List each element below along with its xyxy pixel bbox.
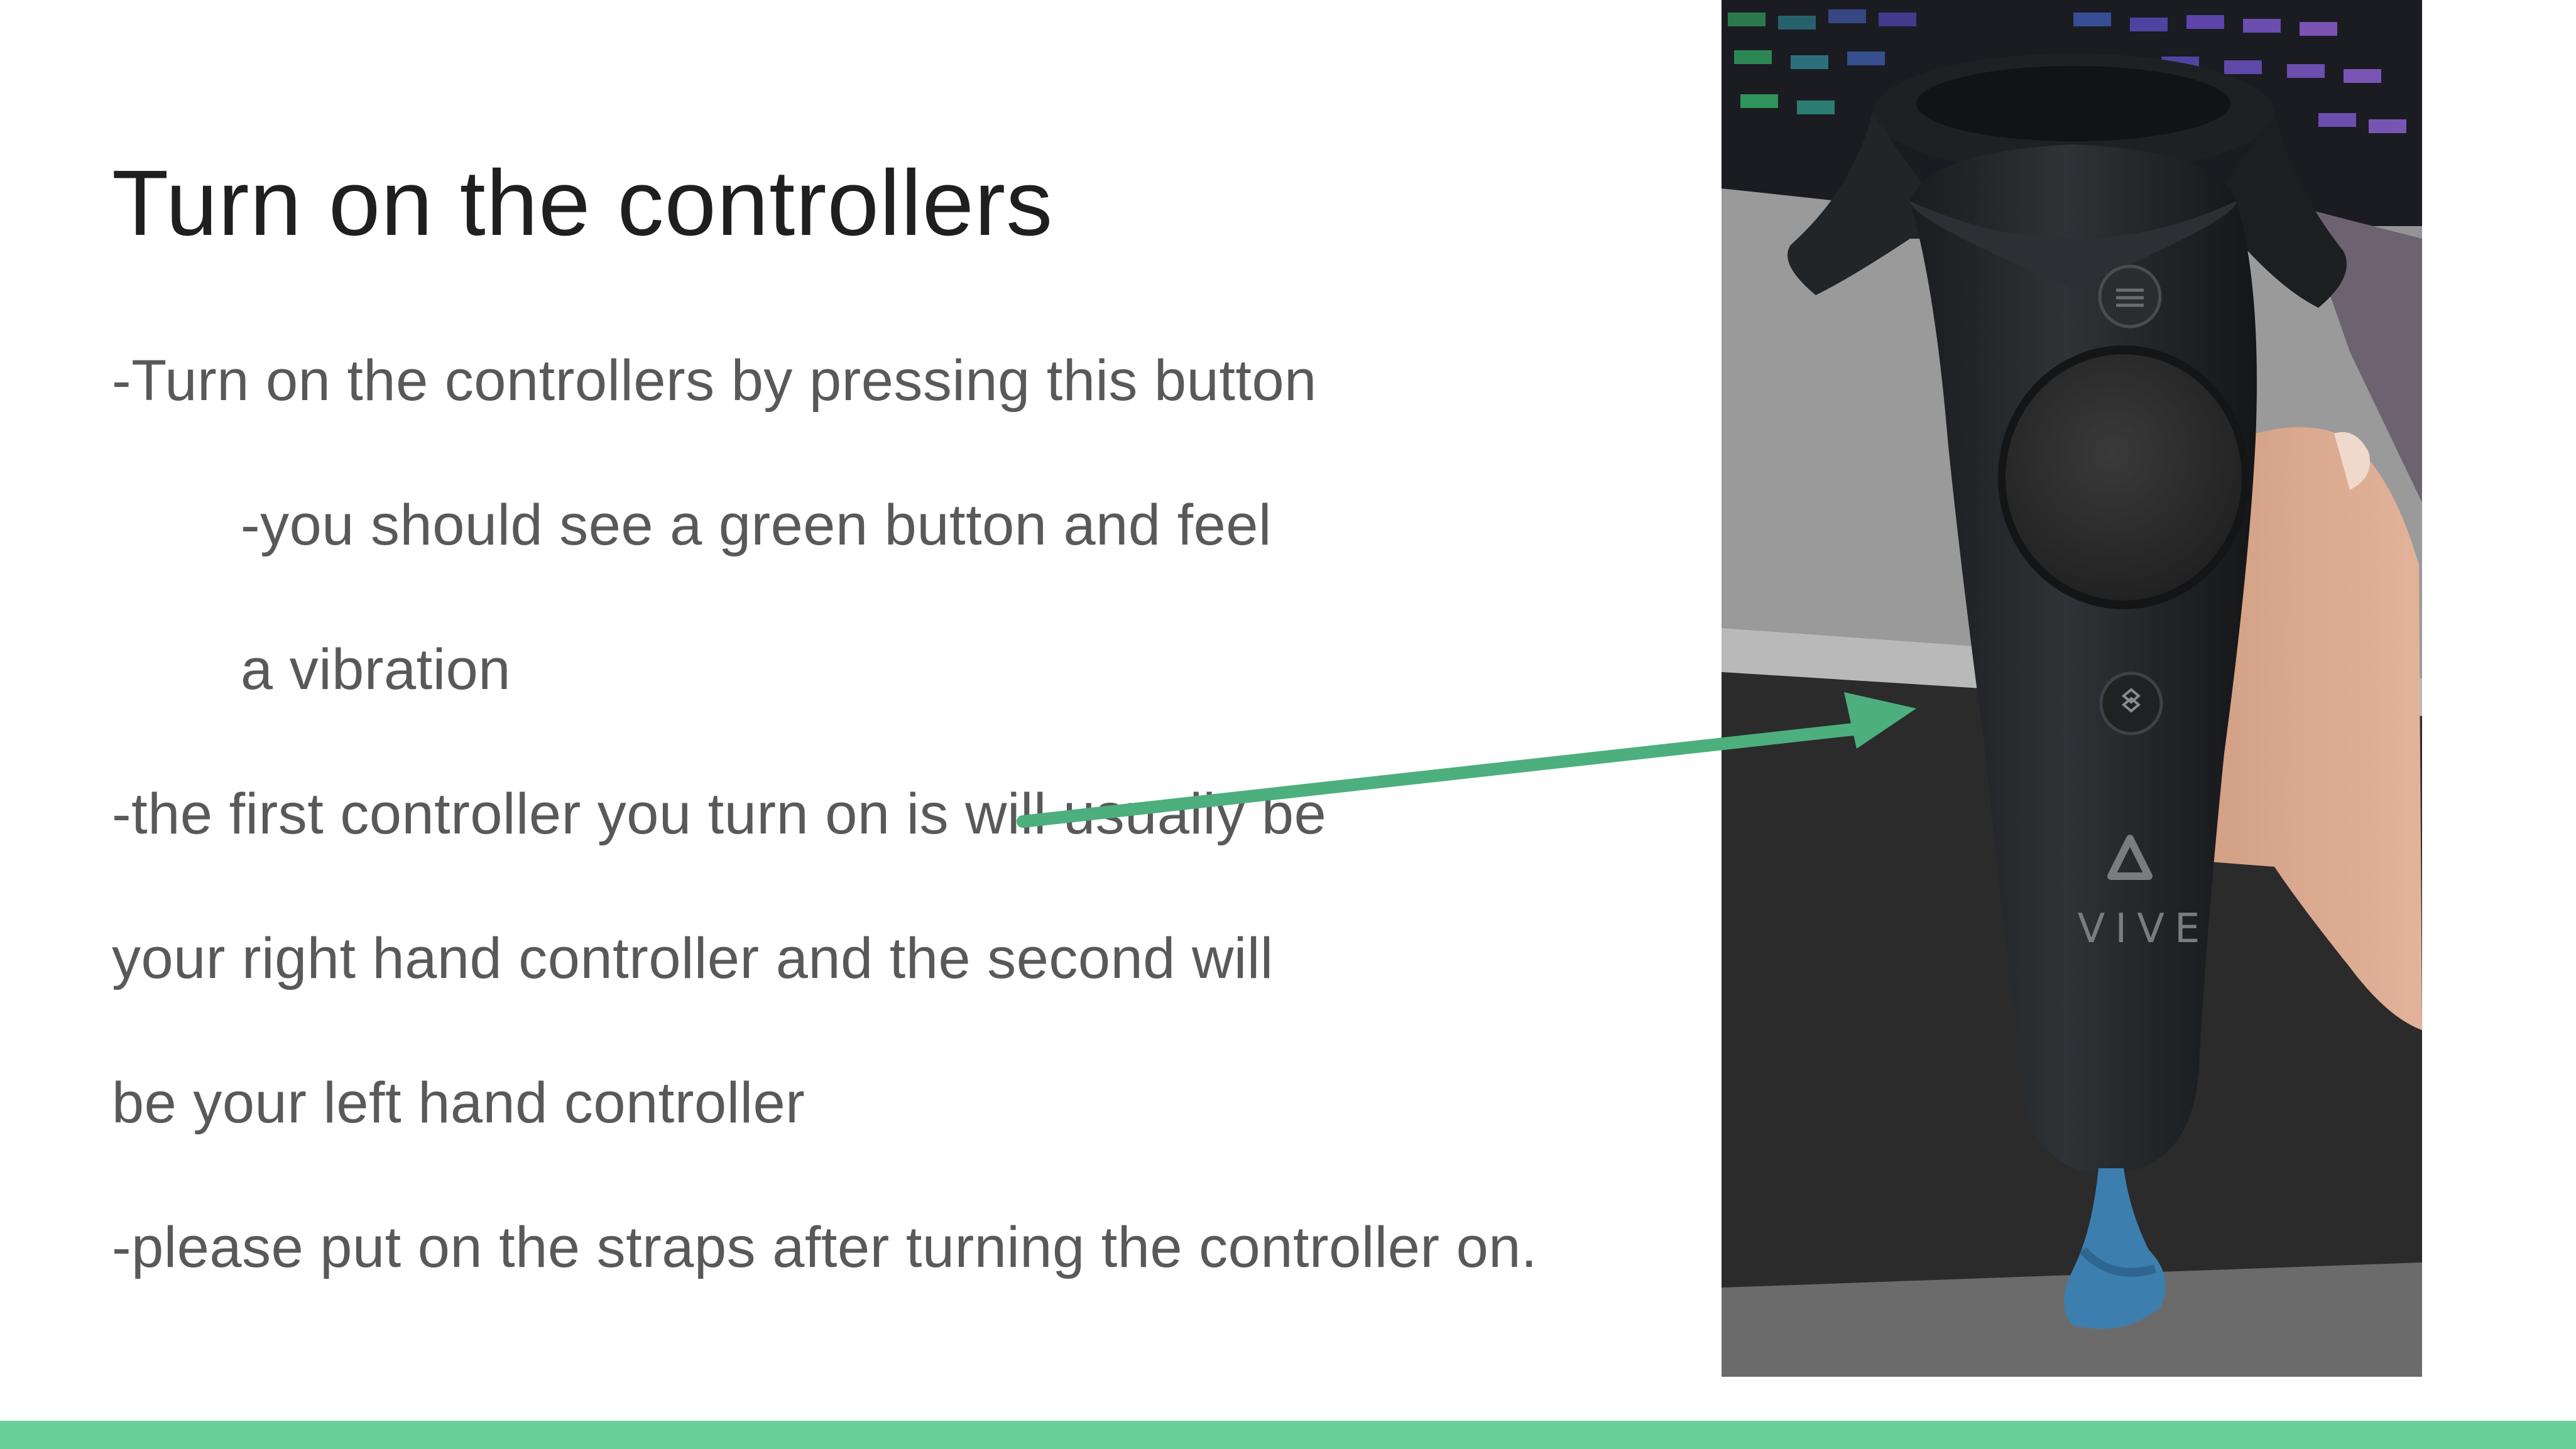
body-line-2: -you should see a green button and feel — [241, 493, 1272, 557]
body-line-3: a vibration — [241, 638, 511, 702]
controller-photo: VIVE — [1722, 0, 2422, 1377]
slide: Turn on the controllers -Turn on the con… — [0, 0, 2576, 1449]
body-line-7: -please put on the straps after turning … — [112, 1215, 1537, 1279]
slide-body: -Turn on the controllers by pressing thi… — [112, 352, 1745, 1363]
accent-bar — [0, 1421, 2576, 1449]
slide-title: Turn on the controllers — [112, 151, 1054, 255]
body-line-5: your right hand controller and the secon… — [112, 926, 1274, 990]
body-line-6: be your left hand controller — [112, 1071, 805, 1135]
vive-controller-icon: VIVE — [1722, 0, 2422, 1377]
body-line-1: -Turn on the controllers by pressing thi… — [112, 349, 1317, 413]
brand-mark: VIVE — [2078, 906, 2210, 952]
body-line-4: -the first controller you turn on is wil… — [112, 782, 1327, 846]
